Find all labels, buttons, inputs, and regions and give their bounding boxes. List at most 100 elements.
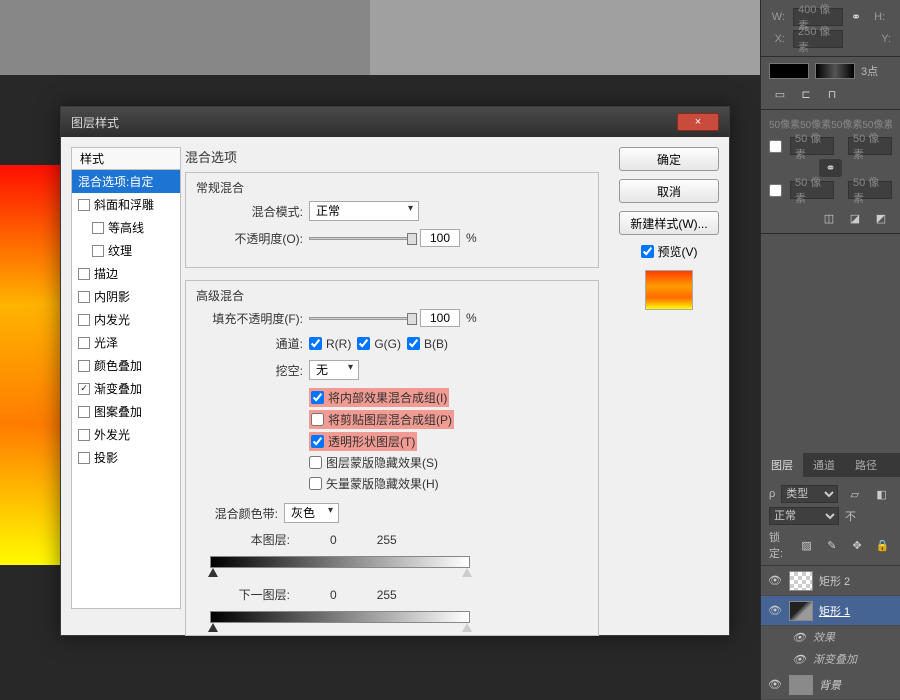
style-list-item[interactable]: 颜色叠加 bbox=[72, 354, 180, 377]
this-layer-track[interactable] bbox=[210, 556, 470, 568]
pathfinder-icon-2[interactable]: ◪ bbox=[844, 209, 866, 227]
corners-icon[interactable]: ⊓ bbox=[821, 85, 843, 103]
style-list-item[interactable]: 投影 bbox=[72, 446, 180, 469]
style-checkbox[interactable] bbox=[78, 314, 90, 326]
filter-icon-1[interactable]: ▱ bbox=[844, 485, 865, 503]
style-item-label: 混合选项:自定 bbox=[78, 173, 153, 190]
corner-radius-summary: 50像素50像素50像素50像素 bbox=[769, 116, 892, 131]
x-field[interactable]: 250 像素 bbox=[793, 30, 843, 48]
tab-paths[interactable]: 路径 bbox=[845, 453, 887, 477]
fill-opacity-slider[interactable] bbox=[309, 317, 414, 320]
align-icon[interactable]: ▭ bbox=[769, 85, 791, 103]
style-checkbox[interactable] bbox=[78, 383, 90, 395]
style-list-item[interactable]: 图案叠加 bbox=[72, 400, 180, 423]
visibility-eye-icon[interactable]: 👁 bbox=[791, 631, 807, 644]
slider-thumb[interactable] bbox=[407, 313, 417, 325]
gradient-rectangle-shape bbox=[0, 165, 65, 565]
tab-layers[interactable]: 图层 bbox=[761, 453, 803, 477]
tab-channels[interactable]: 通道 bbox=[803, 453, 845, 477]
style-checkbox[interactable] bbox=[78, 452, 90, 464]
lock-transparency-icon[interactable]: ▨ bbox=[797, 536, 816, 554]
stroke-swatch[interactable] bbox=[815, 63, 855, 79]
style-list-item[interactable]: 渐变叠加 bbox=[72, 377, 180, 400]
blend-mode-select[interactable]: 正常 bbox=[309, 201, 419, 221]
corner-check-2[interactable] bbox=[769, 184, 782, 197]
opacity-slider[interactable] bbox=[309, 237, 414, 240]
advanced-option-checkbox[interactable]: 透明形状图层(T) bbox=[309, 432, 417, 451]
layer-blend-select[interactable]: 正常 bbox=[769, 507, 839, 525]
opacity-label: 不透明度(O): bbox=[198, 230, 303, 247]
caps-icon[interactable]: ⊏ bbox=[795, 85, 817, 103]
filter-icon-2[interactable]: ◧ bbox=[871, 485, 892, 503]
style-checkbox[interactable] bbox=[78, 199, 90, 211]
style-checkbox[interactable] bbox=[78, 360, 90, 372]
style-checkbox[interactable] bbox=[92, 222, 104, 234]
preview-checkbox[interactable]: 预览(V) bbox=[619, 243, 719, 260]
style-list-item[interactable]: 内阴影 bbox=[72, 285, 180, 308]
advanced-option-checkbox[interactable]: 将剪贴图层混合成组(P) bbox=[309, 410, 454, 429]
style-checkbox[interactable] bbox=[78, 337, 90, 349]
corner-field-2[interactable]: 50 像素 bbox=[848, 137, 892, 155]
under-layer-track[interactable] bbox=[210, 611, 470, 623]
slider-thumb[interactable] bbox=[407, 233, 417, 245]
style-list-item[interactable]: 外发光 bbox=[72, 423, 180, 446]
layer-item-rect1[interactable]: 👁 矩形 1 bbox=[761, 596, 900, 626]
layer-fx-row[interactable]: 👁 效果 bbox=[761, 626, 900, 648]
corner-field-3[interactable]: 50 像素 bbox=[790, 181, 834, 199]
close-button[interactable]: × bbox=[677, 113, 719, 131]
stroke-weight-label: 3点 bbox=[861, 63, 878, 79]
style-checkbox[interactable] bbox=[78, 406, 90, 418]
style-list-item[interactable]: 斜面和浮雕 bbox=[72, 193, 180, 216]
channel-b-checkbox[interactable]: B(B) bbox=[407, 337, 448, 351]
lock-all-icon[interactable]: 🔒 bbox=[873, 536, 892, 554]
style-list-item[interactable]: 等高线 bbox=[72, 216, 180, 239]
channel-g-checkbox[interactable]: G(G) bbox=[357, 337, 401, 351]
corner-field-4[interactable]: 50 像素 bbox=[848, 181, 892, 199]
corner-check-1[interactable] bbox=[769, 140, 782, 153]
percent-label: % bbox=[466, 231, 477, 245]
advanced-option-checkbox[interactable]: 图层蒙版隐藏效果(S) bbox=[309, 454, 438, 471]
fill-opacity-field[interactable] bbox=[420, 309, 460, 327]
opacity-field[interactable] bbox=[420, 229, 460, 247]
link-wh-icon[interactable]: ⚭ bbox=[851, 10, 861, 24]
dialog-title-bar[interactable]: 图层样式 × bbox=[61, 107, 729, 137]
style-list-item[interactable]: 光泽 bbox=[72, 331, 180, 354]
style-item-label: 纹理 bbox=[108, 242, 132, 259]
knockout-select[interactable]: 无 bbox=[309, 360, 359, 380]
visibility-eye-icon[interactable]: 👁 bbox=[767, 678, 783, 691]
layer-item-rect2[interactable]: 👁 矩形 2 bbox=[761, 566, 900, 596]
corner-field-1[interactable]: 50 像素 bbox=[790, 137, 834, 155]
pathfinder-icon-1[interactable]: ◫ bbox=[818, 209, 840, 227]
visibility-eye-icon[interactable]: 👁 bbox=[791, 653, 807, 666]
cancel-button[interactable]: 取消 bbox=[619, 179, 719, 203]
visibility-eye-icon[interactable]: 👁 bbox=[767, 574, 783, 587]
blendif-select[interactable]: 灰色 bbox=[284, 503, 339, 523]
this-layer-label: 本图层: bbox=[210, 531, 290, 548]
visibility-eye-icon[interactable]: 👁 bbox=[767, 604, 783, 617]
pathfinder-icon-3[interactable]: ◩ bbox=[870, 209, 892, 227]
style-list-item[interactable]: 描边 bbox=[72, 262, 180, 285]
lock-pixels-icon[interactable]: ✎ bbox=[822, 536, 841, 554]
x-label: X: bbox=[769, 33, 785, 45]
style-list-item[interactable]: 纹理 bbox=[72, 239, 180, 262]
new-style-button[interactable]: 新建样式(W)... bbox=[619, 211, 719, 235]
style-checkbox[interactable] bbox=[92, 245, 104, 257]
advanced-blend-fieldset: 高级混合 填充不透明度(F): % 通道: R(R) G(G) B(B) 挖空:… bbox=[185, 280, 599, 636]
advanced-option-checkbox[interactable]: 将内部效果混合成组(I) bbox=[309, 388, 449, 407]
style-list-item[interactable]: 内发光 bbox=[72, 308, 180, 331]
fill-swatch[interactable] bbox=[769, 63, 809, 79]
advanced-option-checkbox[interactable]: 矢量蒙版隐藏效果(H) bbox=[309, 475, 439, 492]
filter-kind-select[interactable]: 类型 bbox=[781, 485, 838, 503]
layer-fx-gradient-row[interactable]: 👁 渐变叠加 bbox=[761, 648, 900, 670]
general-blend-legend: 常规混合 bbox=[196, 179, 244, 196]
style-checkbox[interactable] bbox=[78, 291, 90, 303]
ok-button[interactable]: 确定 bbox=[619, 147, 719, 171]
lock-move-icon[interactable]: ✥ bbox=[847, 536, 866, 554]
under-layer-label: 下一图层: bbox=[210, 586, 290, 603]
height-label: H: bbox=[869, 11, 885, 23]
style-checkbox[interactable] bbox=[78, 268, 90, 280]
style-list-item[interactable]: 混合选项:自定 bbox=[72, 170, 180, 193]
channel-r-checkbox[interactable]: R(R) bbox=[309, 337, 351, 351]
layer-item-background[interactable]: 👁 背景 bbox=[761, 670, 900, 700]
style-checkbox[interactable] bbox=[78, 429, 90, 441]
